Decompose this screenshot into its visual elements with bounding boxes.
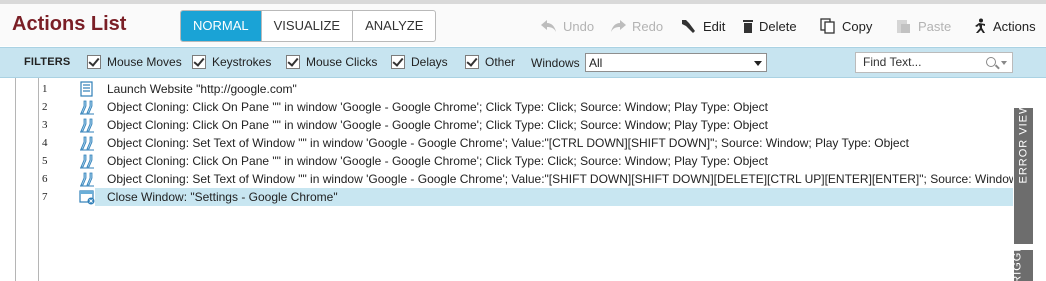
header: Actions List NORMAL VISUALIZE ANALYZE Un…	[0, 4, 1046, 46]
find-text-input[interactable]: Find Text...	[855, 52, 1013, 73]
object-cloning-icon	[80, 154, 94, 169]
mode-visualize-button[interactable]: VISUALIZE	[262, 11, 354, 41]
list-item[interactable]: 4 Object Cloning: Set Text of Window "" …	[40, 134, 1013, 152]
keystrokes-checkbox[interactable]: Keystrokes	[192, 55, 271, 69]
launch-website-icon	[80, 81, 93, 97]
other-checkbox[interactable]: Other	[465, 55, 515, 69]
checkbox-checked-icon	[391, 55, 405, 69]
delays-checkbox[interactable]: Delays	[391, 55, 448, 69]
trash-icon	[743, 20, 753, 33]
row-number: 1	[42, 83, 48, 95]
line-number-gutter-border	[38, 78, 39, 281]
search-icon[interactable]	[986, 57, 996, 67]
paste-button[interactable]: Paste	[895, 16, 951, 36]
redo-button[interactable]: Redo	[609, 16, 663, 36]
list-item[interactable]: 5 Object Cloning: Click On Pane "" in wi…	[40, 152, 1013, 170]
object-cloning-icon	[80, 172, 94, 187]
list-item[interactable]: 1 Launch Website "http://google.com"	[40, 80, 1013, 98]
paste-icon	[897, 20, 910, 33]
mouse-moves-checkbox[interactable]: Mouse Moves	[87, 55, 182, 69]
row-text: Object Cloning: Set Text of Window "" in…	[107, 172, 1013, 186]
row-number: 4	[42, 137, 48, 149]
mode-analyze-button[interactable]: ANALYZE	[353, 11, 435, 41]
delays-label: Delays	[411, 55, 448, 69]
mouse-clicks-checkbox[interactable]: Mouse Clicks	[286, 55, 377, 69]
edit-label: Edit	[703, 18, 726, 34]
row-number: 3	[42, 119, 48, 131]
list-item[interactable]: 6 Object Cloning: Set Text of Window "" …	[40, 170, 1013, 188]
actions-label: Actions	[993, 18, 1036, 34]
list-item[interactable]: 2 Object Cloning: Click On Pane "" in wi…	[40, 98, 1013, 116]
mode-normal-button[interactable]: NORMAL	[181, 11, 262, 41]
copy-icon	[820, 18, 835, 34]
windows-select-value: All	[589, 56, 603, 70]
row-text: Object Cloning: Click On Pane "" in wind…	[107, 118, 768, 132]
list-item-selected[interactable]: Close Window: "Settings - Google Chrome"	[95, 188, 1013, 206]
checkbox-checked-icon	[465, 55, 479, 69]
filters-bar: FILTERS Mouse Moves Keystrokes Mouse Cli…	[0, 47, 1046, 78]
windows-select[interactable]: All	[585, 53, 767, 72]
undo-icon	[541, 20, 556, 32]
row-text: Object Cloning: Click On Pane "" in wind…	[107, 100, 768, 114]
object-cloning-icon	[80, 136, 94, 151]
copy-button[interactable]: Copy	[819, 16, 872, 36]
row-text: Launch Website "http://google.com"	[107, 82, 297, 96]
undo-label: Undo	[563, 18, 595, 34]
delete-button[interactable]: Delete	[742, 16, 797, 36]
row-text: Close Window: "Settings - Google Chrome"	[107, 190, 338, 204]
close-window-icon	[79, 190, 95, 205]
object-cloning-icon	[80, 118, 94, 133]
keystrokes-label: Keystrokes	[212, 55, 272, 69]
delete-label: Delete	[759, 18, 797, 34]
filters-label: FILTERS	[24, 56, 71, 68]
redo-label: Redo	[632, 18, 664, 34]
undo-button[interactable]: Undo	[540, 16, 594, 36]
mouse-clicks-label: Mouse Clicks	[306, 55, 378, 69]
list-item[interactable]: 3 Object Cloning: Click On Pane "" in wi…	[40, 116, 1013, 134]
running-man-icon	[975, 18, 985, 33]
trigger-tab[interactable]: TRIGGER	[1014, 250, 1033, 281]
checkbox-checked-icon	[192, 55, 206, 69]
paste-label: Paste	[918, 18, 952, 34]
chevron-down-icon	[754, 61, 762, 66]
row-text: Object Cloning: Click On Pane "" in wind…	[107, 154, 768, 168]
other-label: Other	[485, 55, 516, 69]
windows-label: Windows	[531, 56, 580, 70]
mouse-moves-label: Mouse Moves	[107, 55, 182, 69]
object-cloning-icon	[80, 100, 94, 115]
row-number: 2	[42, 101, 48, 113]
edit-button[interactable]: Edit	[680, 16, 725, 36]
mode-switcher: NORMAL VISUALIZE ANALYZE	[180, 10, 437, 42]
checkbox-checked-icon	[87, 55, 101, 69]
page-title: Actions List	[12, 13, 127, 35]
copy-label: Copy	[842, 18, 873, 34]
row-number: 7	[42, 191, 48, 203]
error-view-tab[interactable]: ERROR VIEW	[1014, 103, 1033, 244]
actions-button[interactable]: Actions	[970, 16, 1036, 36]
checkbox-checked-icon	[286, 55, 300, 69]
row-number: 5	[42, 155, 48, 167]
row-number: 6	[42, 173, 48, 185]
redo-icon	[611, 20, 626, 32]
row-text: Object Cloning: Set Text of Window "" in…	[107, 136, 909, 150]
chevron-down-icon[interactable]	[1001, 61, 1007, 65]
wrench-icon	[682, 20, 695, 33]
list-left-border	[15, 78, 16, 281]
find-text-placeholder: Find Text...	[863, 55, 922, 69]
